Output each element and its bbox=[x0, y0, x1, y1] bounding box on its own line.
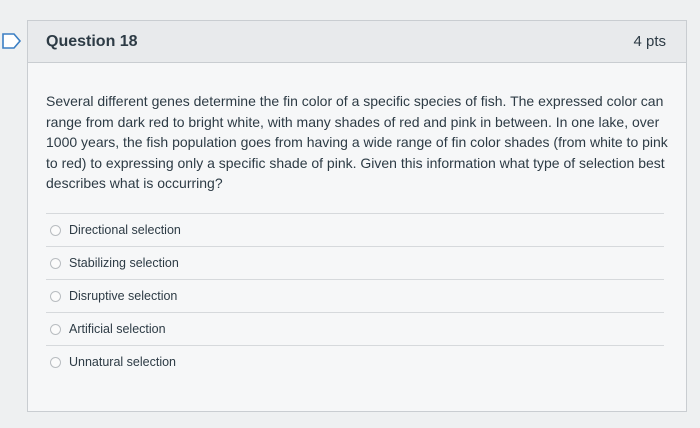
answer-label: Directional selection bbox=[69, 223, 181, 237]
answer-list: Directional selection Stabilizing select… bbox=[46, 213, 664, 378]
question-text: Several different genes determine the fi… bbox=[46, 93, 668, 191]
flag-question-icon[interactable] bbox=[2, 33, 22, 49]
answer-label: Unnatural selection bbox=[69, 355, 177, 369]
radio-button[interactable] bbox=[50, 224, 61, 236]
answer-option-artificial[interactable]: Artificial selection bbox=[46, 312, 664, 345]
answer-label: Disruptive selection bbox=[69, 289, 178, 303]
question-card: Question 18 4 pts Several different gene… bbox=[27, 20, 687, 412]
answer-label: Artificial selection bbox=[69, 322, 166, 336]
question-title: Question 18 bbox=[46, 32, 138, 50]
answer-option-unnatural[interactable]: Unnatural selection bbox=[46, 345, 664, 378]
question-points: 4 pts bbox=[633, 33, 666, 50]
radio-button[interactable] bbox=[50, 290, 61, 302]
radio-button[interactable] bbox=[50, 257, 61, 269]
answer-label: Stabilizing selection bbox=[69, 256, 179, 270]
answer-option-directional[interactable]: Directional selection bbox=[46, 213, 664, 246]
radio-button[interactable] bbox=[50, 323, 61, 335]
answer-option-disruptive[interactable]: Disruptive selection bbox=[46, 279, 664, 312]
question-header: Question 18 4 pts bbox=[28, 21, 686, 63]
answer-option-stabilizing[interactable]: Stabilizing selection bbox=[46, 246, 664, 279]
radio-button[interactable] bbox=[50, 356, 61, 368]
